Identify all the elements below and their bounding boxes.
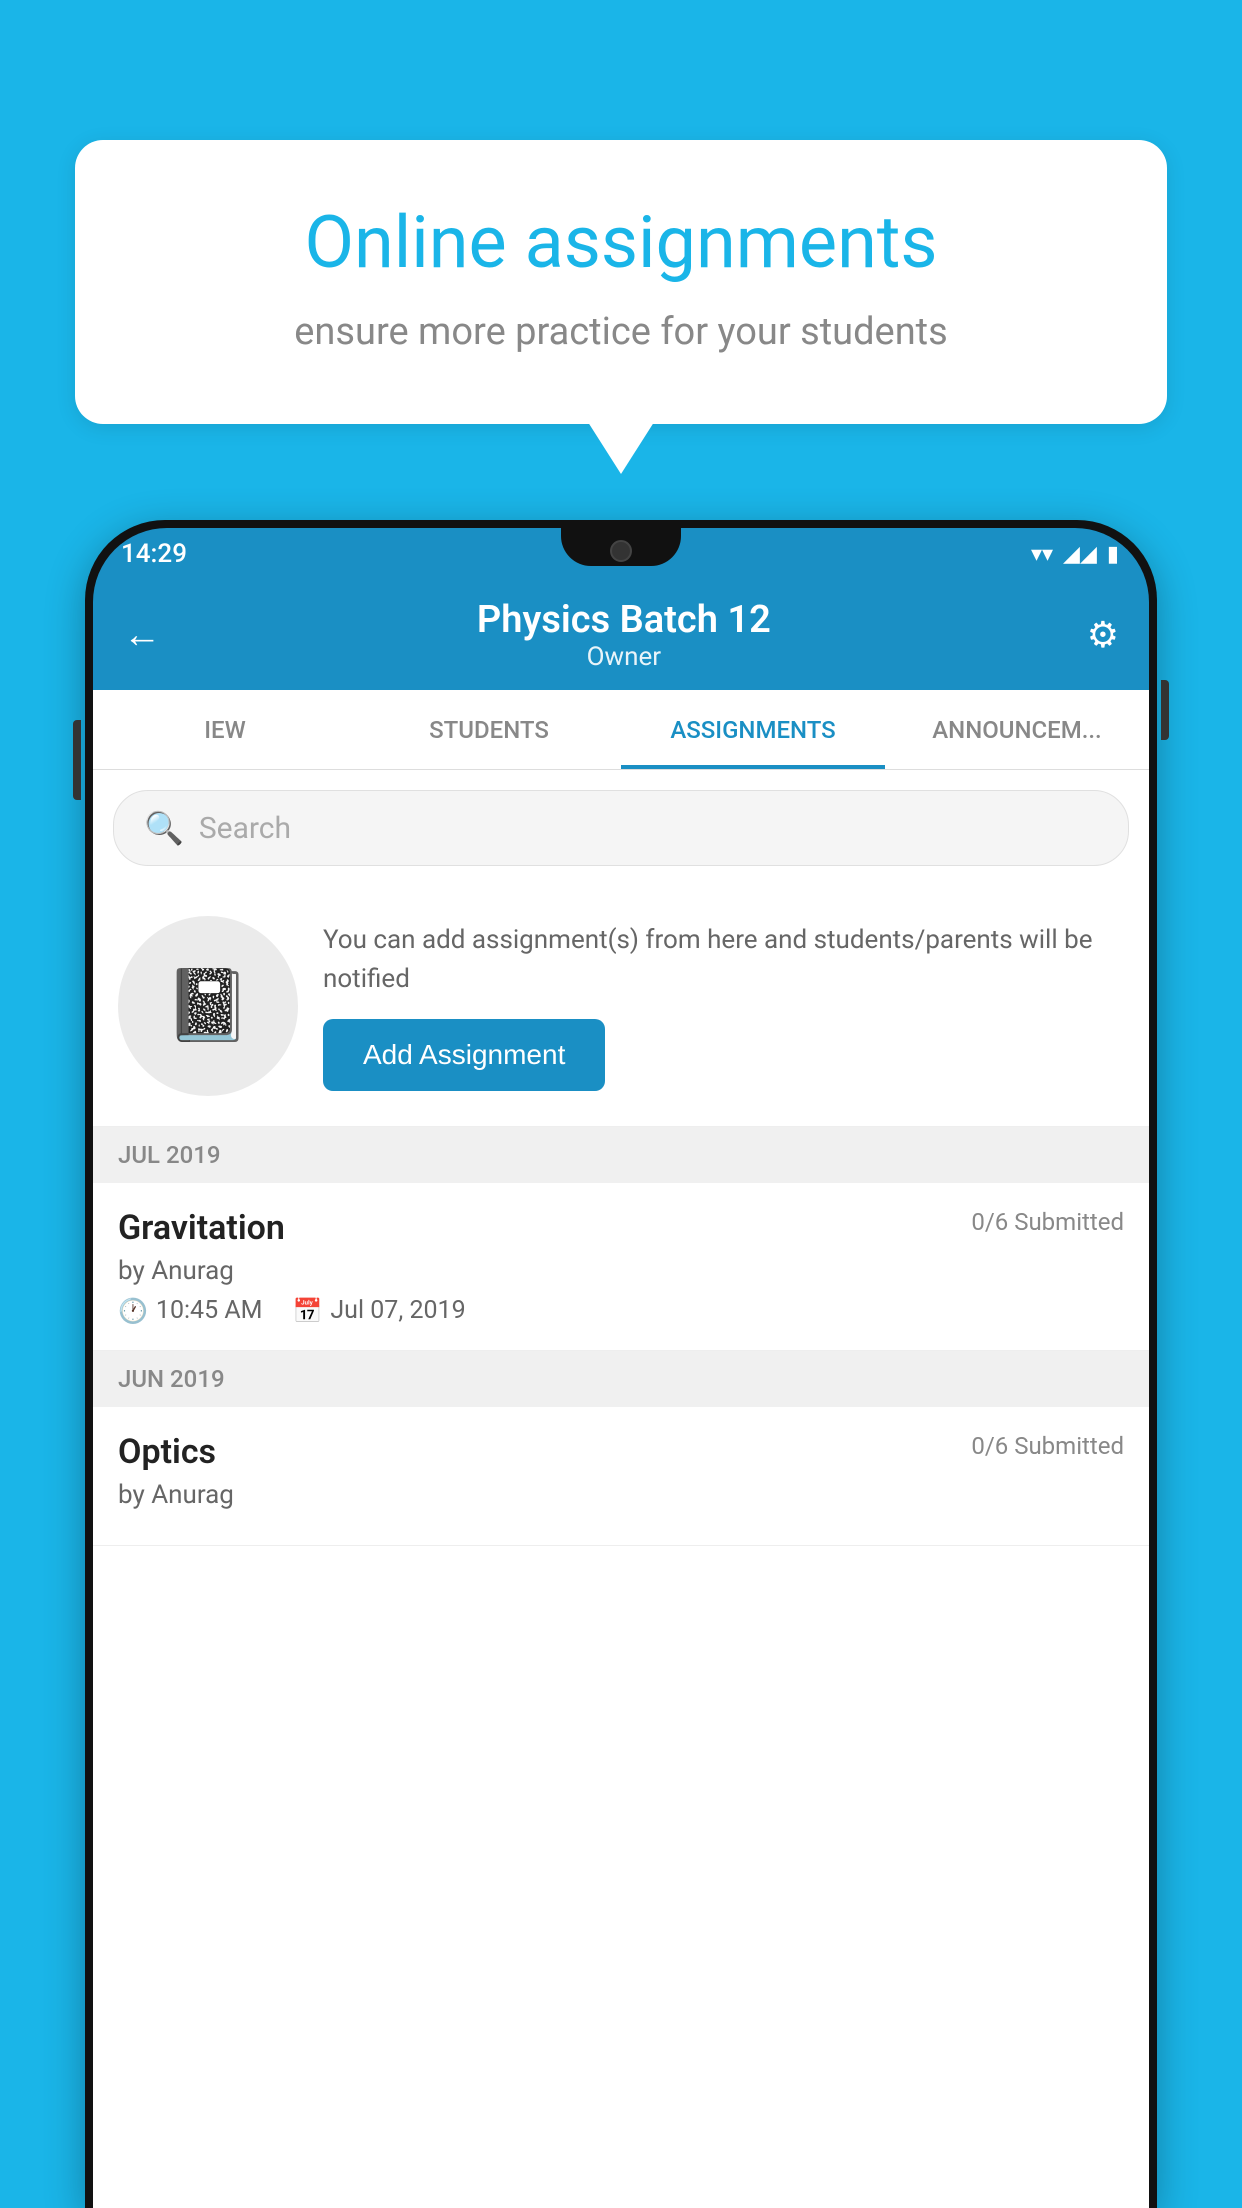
assignment-optics[interactable]: Optics 0/6 Submitted by Anurag [93, 1407, 1149, 1546]
speech-bubble: Online assignments ensure more practice … [75, 140, 1167, 424]
search-placeholder: Search [199, 811, 291, 846]
tab-assignments[interactable]: ASSIGNMENTS [621, 690, 885, 769]
phone-power-button [1161, 680, 1169, 740]
assignment-top-optics: Optics 0/6 Submitted [118, 1432, 1124, 1472]
search-icon: 🔍 [144, 809, 184, 847]
batch-title: Physics Batch 12 [161, 598, 1087, 642]
tab-announcements[interactable]: ANNOUNCEM... [885, 690, 1149, 769]
date-value: Jul 07, 2019 [330, 1296, 465, 1325]
time-value: 10:45 AM [156, 1296, 263, 1325]
assignment-date: 📅 Jul 07, 2019 [292, 1296, 465, 1325]
assignment-meta: 🕐 10:45 AM 📅 Jul 07, 2019 [118, 1296, 1124, 1325]
promo-icon-circle: 📓 [118, 916, 298, 1096]
tab-students[interactable]: STUDENTS [357, 690, 621, 769]
assignment-submitted-optics: 0/6 Submitted [971, 1432, 1124, 1460]
assignment-submitted: 0/6 Submitted [971, 1208, 1124, 1236]
assignment-top: Gravitation 0/6 Submitted [118, 1208, 1124, 1248]
notebook-icon: 📓 [164, 965, 251, 1047]
promo-section: 📓 You can add assignment(s) from here an… [93, 886, 1149, 1127]
assignment-time: 🕐 10:45 AM [118, 1296, 262, 1325]
assignment-name: Gravitation [118, 1208, 285, 1248]
bubble-title: Online assignments [145, 200, 1097, 285]
status-icons: ▾▾ ◢◢ ▮ [1031, 542, 1119, 567]
month-separator-jul: JUL 2019 [93, 1127, 1149, 1183]
status-time: 14:29 [121, 539, 187, 569]
phone-volume-button [73, 720, 81, 800]
phone-notch [561, 528, 681, 566]
month-separator-jun: JUN 2019 [93, 1351, 1149, 1407]
battery-icon: ▮ [1107, 542, 1119, 567]
content-area: 🔍 Search 📓 You can add assignment(s) fro… [93, 770, 1149, 2208]
speech-bubble-container: Online assignments ensure more practice … [75, 140, 1167, 424]
add-assignment-button[interactable]: Add Assignment [323, 1019, 605, 1091]
settings-button[interactable]: ⚙ [1087, 614, 1119, 656]
assignment-name-optics: Optics [118, 1432, 216, 1472]
phone-frame: 14:29 ▾▾ ◢◢ ▮ ← Physics Batch 12 Owner ⚙… [85, 520, 1157, 2208]
signal-icon: ◢◢ [1063, 542, 1097, 567]
phone-screen: 14:29 ▾▾ ◢◢ ▮ ← Physics Batch 12 Owner ⚙… [93, 528, 1149, 2208]
back-button[interactable]: ← [123, 613, 161, 657]
tabs-bar: IEW STUDENTS ASSIGNMENTS ANNOUNCEM... [93, 690, 1149, 770]
app-bar-center: Physics Batch 12 Owner [161, 598, 1087, 672]
front-camera [610, 540, 632, 562]
batch-subtitle: Owner [161, 642, 1087, 672]
tab-overview[interactable]: IEW [93, 690, 357, 769]
assignment-by: by Anurag [118, 1256, 1124, 1286]
calendar-icon: 📅 [292, 1297, 322, 1325]
search-bar[interactable]: 🔍 Search [113, 790, 1129, 866]
promo-text: You can add assignment(s) from here and … [323, 921, 1124, 999]
promo-content: You can add assignment(s) from here and … [323, 921, 1124, 1091]
assignment-gravitation[interactable]: Gravitation 0/6 Submitted by Anurag 🕐 10… [93, 1183, 1149, 1351]
assignment-by-optics: by Anurag [118, 1480, 1124, 1510]
bubble-subtitle: ensure more practice for your students [145, 310, 1097, 354]
app-bar: ← Physics Batch 12 Owner ⚙ [93, 580, 1149, 690]
clock-icon: 🕐 [118, 1297, 148, 1325]
wifi-icon: ▾▾ [1031, 542, 1053, 567]
